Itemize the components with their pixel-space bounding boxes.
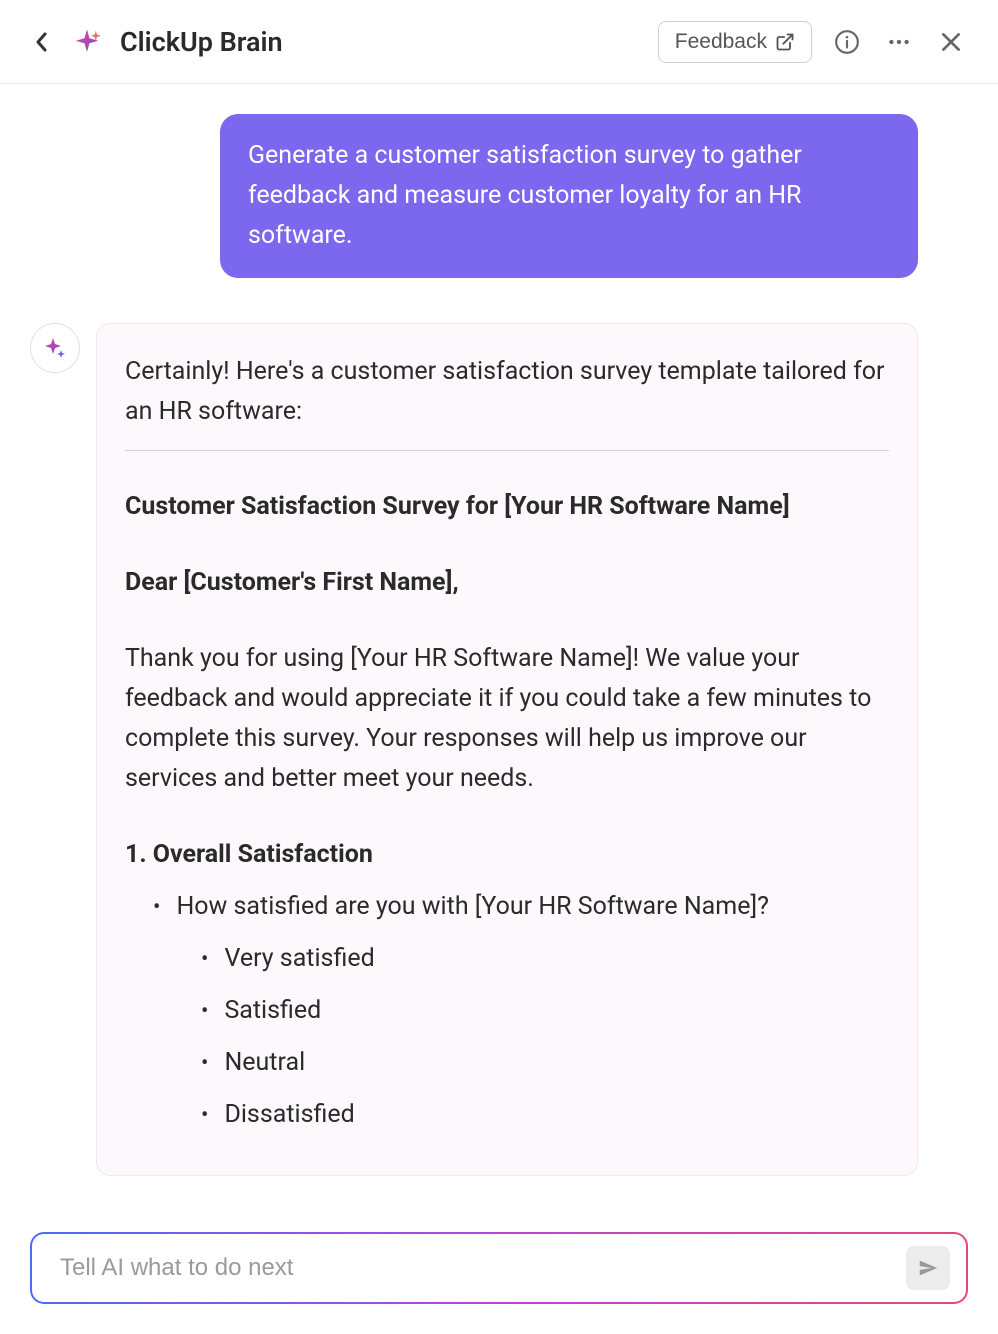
option-item: Neutral	[201, 1043, 889, 1083]
header: ClickUp Brain Feedback	[0, 0, 998, 84]
assistant-intro: Certainly! Here's a customer satisfactio…	[125, 352, 889, 432]
survey-greeting: Dear [Customer's First Name],	[125, 563, 889, 603]
question-list: How satisfied are you with [Your HR Soft…	[125, 887, 889, 1135]
assistant-row: Certainly! Here's a customer satisfactio…	[30, 323, 918, 1176]
sparkle-icon	[43, 336, 67, 360]
chat-area: Generate a customer satisfaction survey …	[0, 84, 998, 1214]
sparkle-logo-icon	[72, 27, 102, 57]
input-bar	[30, 1232, 968, 1304]
dots-horizontal-icon	[886, 29, 912, 55]
option-item: Very satisfied	[201, 939, 889, 979]
option-item: Satisfied	[201, 991, 889, 1031]
divider	[125, 450, 889, 451]
survey-thank-you: Thank you for using [Your HR Software Na…	[125, 639, 889, 799]
feedback-label: Feedback	[675, 30, 767, 54]
user-message: Generate a customer satisfaction survey …	[220, 114, 918, 278]
info-icon	[834, 29, 860, 55]
info-button[interactable]	[830, 25, 864, 59]
back-button[interactable]	[30, 26, 54, 58]
chat-input[interactable]	[60, 1254, 906, 1282]
question-item: How satisfied are you with [Your HR Soft…	[153, 887, 889, 927]
option-item: Dissatisfied	[201, 1095, 889, 1135]
chevron-left-icon	[34, 30, 50, 54]
assistant-avatar	[30, 323, 80, 373]
option-list: Very satisfied Satisfied Neutral Dissati…	[153, 939, 889, 1135]
more-button[interactable]	[882, 25, 916, 59]
send-button[interactable]	[906, 1246, 950, 1290]
external-link-icon	[775, 32, 795, 52]
send-icon	[917, 1257, 939, 1279]
page-title: ClickUp Brain	[120, 26, 283, 58]
header-right: Feedback	[658, 21, 968, 63]
header-left: ClickUp Brain	[30, 26, 283, 58]
section-heading: 1. Overall Satisfaction	[125, 835, 889, 875]
feedback-button[interactable]: Feedback	[658, 21, 812, 63]
assistant-message: Certainly! Here's a customer satisfactio…	[96, 323, 918, 1176]
close-button[interactable]	[934, 25, 968, 59]
survey-title: Customer Satisfaction Survey for [Your H…	[125, 487, 889, 527]
input-inner	[32, 1234, 966, 1302]
close-icon	[938, 29, 964, 55]
